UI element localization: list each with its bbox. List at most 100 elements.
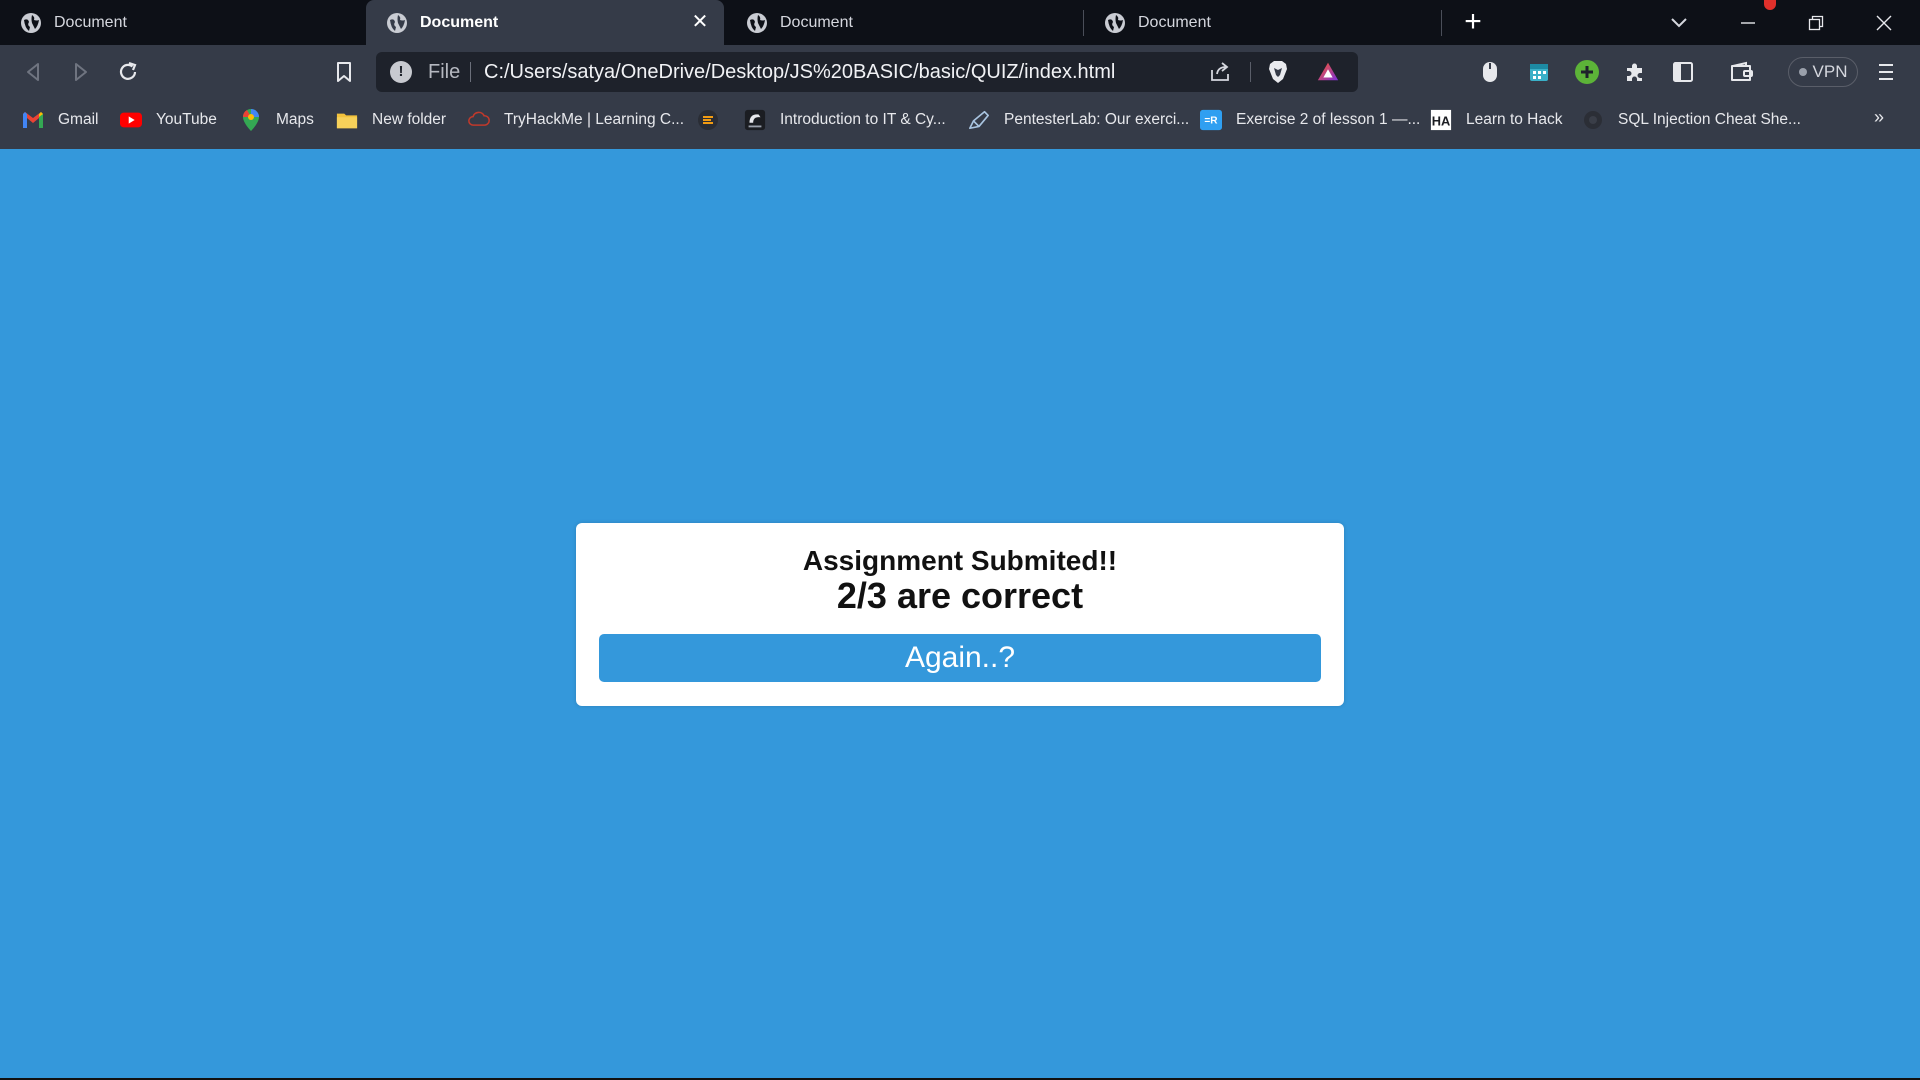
hamburger-menu-icon [1879, 64, 1893, 80]
site-icon [697, 109, 719, 131]
tab-1-title: Document [54, 13, 127, 31]
vpn-status-dot [1798, 68, 1807, 76]
mouse-icon [1483, 62, 1497, 82]
brave-lion-icon [1269, 61, 1287, 83]
site-info-icon[interactable]: ! [390, 61, 412, 83]
hackaday-icon: HA [1430, 109, 1452, 131]
result-card: Assignment Submited!! 2/3 are correct Ag… [576, 523, 1344, 706]
bookmark-new-folder[interactable]: New folder [336, 99, 446, 141]
forward-button[interactable] [64, 56, 96, 88]
tab-2[interactable]: Document ✕ [366, 0, 724, 45]
bookmark-label: Maps [276, 111, 314, 128]
omnibox-divider [470, 62, 471, 82]
tab-1[interactable]: Document [0, 0, 362, 45]
bookmark-sql-injection[interactable]: SQL Injection Cheat She... [1582, 99, 1801, 141]
browser-toolbar: ! File C:/Users/satya/OneDrive/Desktop/J… [0, 45, 1920, 99]
tab-3[interactable]: Document [726, 0, 1082, 45]
bookmark-label: Learn to Hack [1466, 111, 1563, 128]
tab-search-button[interactable] [1664, 10, 1694, 36]
close-window-button[interactable] [1850, 0, 1918, 45]
plus-circle-icon [1575, 60, 1599, 84]
brave-shields-button[interactable] [1266, 60, 1290, 84]
bookmark-label: New folder [372, 111, 447, 128]
globe-icon [387, 12, 407, 33]
vpn-button[interactable]: VPN [1788, 57, 1858, 87]
bookmark-label: Exercise 2 of lesson 1 —... [1236, 111, 1421, 128]
vpn-label: VPN [1812, 62, 1848, 81]
forward-icon [75, 63, 87, 81]
tab-separator [1441, 10, 1442, 36]
page-viewport: Assignment Submited!! 2/3 are correct Ag… [0, 149, 1920, 1078]
again-button[interactable]: Again..? [599, 634, 1321, 682]
wallet-button[interactable] [1726, 56, 1758, 88]
sidebar-button[interactable] [1667, 56, 1699, 88]
tryhackme-icon [468, 109, 490, 131]
bookmark-label: PentesterLab: Our exerci... [1004, 111, 1190, 128]
svg-text:HA: HA [1432, 114, 1451, 129]
chevron-down-icon [1671, 18, 1687, 28]
bookmark-cybrary[interactable]: Introduction to IT & Cy... [744, 99, 946, 141]
restore-button[interactable] [1782, 0, 1850, 45]
tab-4-title: Document [1138, 13, 1211, 31]
extension-add-button[interactable] [1571, 56, 1603, 88]
globe-icon [21, 12, 41, 33]
minimize-icon [1741, 21, 1755, 24]
bookmark-label: SQL Injection Cheat She... [1618, 111, 1801, 128]
cybrary-icon [744, 109, 766, 131]
bookmark-youtube[interactable]: YouTube [120, 99, 217, 141]
globe-icon [1105, 12, 1125, 33]
bookmark-button[interactable] [328, 56, 360, 88]
back-icon [27, 63, 39, 81]
url-text[interactable]: C:/Users/satya/OneDrive/Desktop/JS%20BAS… [484, 52, 1115, 92]
result-title: Assignment Submited!! [802, 545, 1118, 576]
pentesterlab-icon [968, 109, 990, 131]
bookmark-maps[interactable]: Maps [240, 99, 314, 141]
extension-mouse-button[interactable] [1474, 56, 1506, 88]
menu-button[interactable] [1870, 56, 1902, 88]
tab-2-title: Document [420, 13, 499, 31]
bookmark-gmail[interactable]: Gmail [22, 99, 98, 141]
sidebar-icon [1673, 62, 1693, 82]
brave-rewards-button[interactable] [1316, 60, 1340, 84]
globe-icon [747, 12, 767, 33]
wallet-icon [1731, 61, 1753, 81]
bookmark-pentesterlab[interactable]: PentesterLab: Our exerci... [968, 99, 1189, 141]
calendar-icon [1530, 64, 1548, 81]
tab-4[interactable]: Document [1084, 0, 1440, 45]
share-icon [1211, 62, 1229, 81]
share-button[interactable] [1208, 60, 1232, 84]
close-icon[interactable]: ✕ [688, 10, 712, 34]
bookmark-learn-to-hack[interactable]: HA Learn to Hack [1430, 99, 1563, 141]
bookmark-exercise[interactable]: =R Exercise 2 of lesson 1 —... [1200, 99, 1420, 141]
bookmarks-overflow-button[interactable]: » [1874, 107, 1884, 128]
sql-icon [1582, 109, 1604, 131]
folder-icon [336, 109, 358, 131]
scheme-label: File [428, 61, 461, 83]
bookmark-label: TryHackMe | Learning C... [504, 111, 685, 128]
bookmark-icon [337, 62, 351, 82]
bookmark-label: Introduction to IT & Cy... [780, 111, 946, 128]
tab-strip: Document Document ✕ Document Document + [0, 0, 1920, 45]
minimize-button[interactable] [1714, 0, 1782, 45]
bookmark-label: Gmail [58, 111, 99, 128]
address-bar[interactable]: ! File C:/Users/satya/OneDrive/Desktop/J… [376, 52, 1358, 92]
close-icon [1876, 15, 1892, 30]
maps-icon [240, 109, 262, 131]
new-tab-button[interactable]: + [1458, 7, 1488, 38]
restore-icon [1808, 15, 1824, 30]
extensions-button[interactable] [1619, 56, 1651, 88]
puzzle-icon [1627, 63, 1642, 81]
back-button[interactable] [18, 56, 50, 88]
svg-text:=R: =R [1204, 116, 1218, 127]
bookmarks-bar: Gmail YouTube Maps New folder TryHackMe … [0, 99, 1920, 149]
rewards-triangle-icon [1317, 62, 1339, 81]
gmail-icon [22, 109, 44, 131]
omnibox-divider [1250, 62, 1251, 82]
bookmark-site[interactable] [697, 99, 733, 141]
reload-icon [119, 61, 137, 80]
extension-calendar-button[interactable] [1523, 56, 1555, 88]
bookmark-tryhackme[interactable]: TryHackMe | Learning C... [468, 99, 684, 141]
tab-3-title: Document [780, 13, 853, 31]
bookmark-label: YouTube [156, 111, 217, 128]
reload-button[interactable] [112, 56, 144, 88]
